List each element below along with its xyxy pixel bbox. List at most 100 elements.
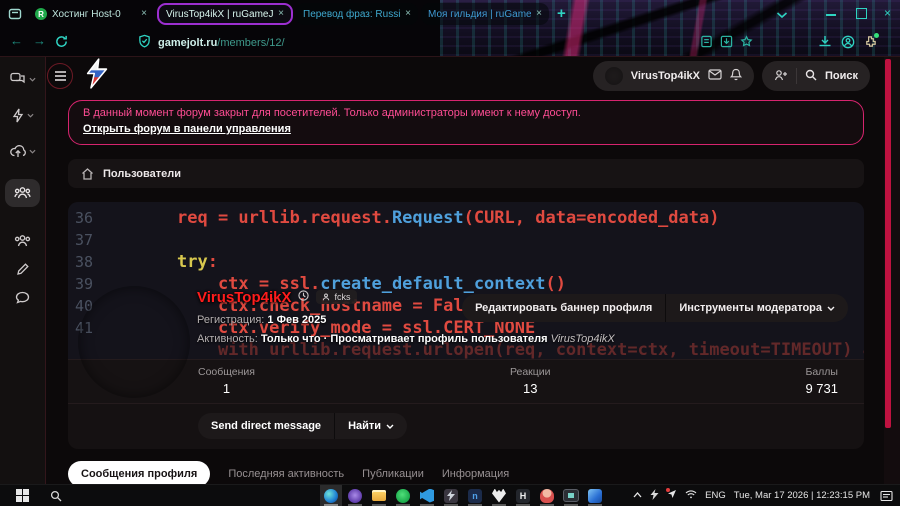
notification-center-icon[interactable] <box>880 489 893 506</box>
account-pill[interactable]: VirusTop4ikX <box>592 61 754 91</box>
tab-close-icon[interactable]: × <box>405 9 411 19</box>
tab-publications[interactable]: Публикации <box>362 468 424 480</box>
taskbar-app-red[interactable] <box>536 485 558 506</box>
search-label: Поиск <box>824 70 858 82</box>
address-bar: ← → gamejolt.ru/members/12/ <box>0 28 900 78</box>
profile-username: VirusTop4ikX <box>197 288 292 306</box>
browser-chrome: R Хостинг Host-0 × VirusTop4ikX | ruGame… <box>0 0 900 78</box>
hamburger-menu-icon[interactable] <box>47 63 73 89</box>
extension-notification-dot <box>874 33 879 38</box>
taskbar-app-h[interactable]: H <box>512 485 534 506</box>
open-forum-link[interactable]: Открыть форум в панели управления <box>83 123 291 135</box>
avatar <box>605 67 623 85</box>
browser-tab-1[interactable]: R Хостинг Host-0 × <box>28 3 154 25</box>
user-title-badge: fcks <box>316 290 357 304</box>
taskbar-app-capture[interactable] <box>560 485 582 506</box>
forum-page: VirusTop4ikX Поиск В данный момент форум… <box>0 56 900 484</box>
breadcrumb[interactable]: Пользователи <box>68 159 864 188</box>
tab-close-icon[interactable]: × <box>278 9 284 19</box>
taskbar-search-icon[interactable] <box>50 489 62 506</box>
url-field[interactable]: gamejolt.ru/members/12/ <box>138 34 285 51</box>
send-dm-button[interactable]: Send direct message <box>198 413 334 439</box>
main-content: VirusTop4ikX Поиск В данный момент форум… <box>45 57 884 484</box>
chevron-down-icon <box>827 306 835 311</box>
profile-stats: Сообщения 1 Реакции 13 Баллы 9 731 <box>68 359 864 404</box>
taskbar-app-bolt[interactable] <box>440 485 462 506</box>
site-logo-bolt-icon[interactable] <box>83 58 110 94</box>
tab-close-icon[interactable]: × <box>141 9 147 19</box>
sidebar-upload-item[interactable] <box>0 137 45 165</box>
tray-language[interactable]: ENG <box>705 490 726 501</box>
stat-messages: Сообщения 1 <box>198 366 255 396</box>
site-security-shield-icon[interactable] <box>138 34 151 51</box>
browser-tab-4[interactable]: Моя гильдия | ruGameJolt - Фор × <box>421 3 549 25</box>
tab-profile-posts[interactable]: Сообщения профиля <box>68 461 211 484</box>
browser-tab-3[interactable]: Перевод фраз: Russian (RU) | ruGa × <box>296 3 418 25</box>
sidebar-activity-item[interactable] <box>0 101 45 129</box>
page-scrollbar[interactable] <box>884 57 900 484</box>
workspace-icon[interactable] <box>8 7 22 26</box>
sidebar-edit-item[interactable] <box>0 255 45 283</box>
add-user-icon[interactable] <box>774 69 788 84</box>
profile-admin-buttons: Редактировать баннер профиля Инструменты… <box>462 294 848 322</box>
start-button[interactable] <box>16 489 29 502</box>
page-header: VirusTop4ikX Поиск <box>45 57 884 95</box>
taskbar-app-vscode[interactable] <box>416 485 438 506</box>
alert-message: В данный момент форум закрыт для посетит… <box>83 107 581 119</box>
profile-avatar[interactable] <box>78 286 190 398</box>
system-tray: ENG Tue, Mar 17 2026 | 12:23:15 PM <box>633 485 870 506</box>
taskbar-app-browser[interactable] <box>320 485 342 506</box>
browser-tab-2-active[interactable]: VirusTop4ikX | ruGameJolt - Форум × <box>157 3 293 25</box>
sidebar-members-item-active[interactable] <box>5 179 40 207</box>
scrollbar-thumb[interactable] <box>885 59 891 428</box>
tray-location-icon[interactable] <box>666 488 677 502</box>
profile-card: 36 req = urllib.request.Request(CURL, dat… <box>68 202 864 449</box>
search-pill[interactable]: Поиск <box>761 61 870 91</box>
translate-page-icon[interactable] <box>700 35 713 53</box>
sidebar-messages-item[interactable] <box>0 283 45 311</box>
new-tab-button[interactable]: + <box>557 5 566 22</box>
page-sidebar <box>0 57 46 484</box>
edit-banner-button[interactable]: Редактировать баннер профиля <box>462 294 665 322</box>
taskbar-app-blue-n[interactable]: n <box>464 485 486 506</box>
profile-actions: Send direct message Найти <box>68 404 864 449</box>
extensions-puzzle-icon[interactable] <box>864 33 879 53</box>
tab-close-icon[interactable]: × <box>536 9 542 19</box>
windows-taskbar: n H ENG Tue, Mar 17 2026 | 12:23:15 PM <box>0 484 900 506</box>
tab-latest-activity[interactable]: Последняя активность <box>228 468 344 480</box>
stat-reactions: Реакции 13 <box>509 366 551 396</box>
forward-button[interactable]: → <box>33 33 46 48</box>
window-close-button[interactable]: × <box>884 6 891 20</box>
sidebar-forums-item[interactable] <box>0 65 45 93</box>
tray-wifi-icon[interactable] <box>685 489 697 502</box>
tab-search-chevron-icon[interactable] <box>776 6 788 24</box>
save-page-icon[interactable] <box>720 35 733 53</box>
tray-bolt-icon[interactable] <box>650 488 659 503</box>
activity-line: Активность: Только что · Просматривает п… <box>197 333 615 345</box>
sidebar-users-item[interactable] <box>0 227 45 255</box>
bookmark-star-icon[interactable] <box>740 35 753 53</box>
tab-favicon: R <box>35 8 47 20</box>
find-button[interactable]: Найти <box>334 413 407 439</box>
refresh-button[interactable] <box>55 35 68 51</box>
forum-closed-alert: В данный момент форум закрыт для посетит… <box>68 100 864 145</box>
taskbar-app-green[interactable] <box>392 485 414 506</box>
moderator-tools-button[interactable]: Инструменты модератора <box>665 294 848 322</box>
window-maximize-button[interactable] <box>856 6 867 24</box>
inbox-envelope-icon[interactable] <box>708 69 722 83</box>
back-button[interactable]: ← <box>10 33 23 48</box>
taskbar-app-file-explorer[interactable] <box>368 485 390 506</box>
search-icon[interactable] <box>805 69 817 84</box>
taskbar-app-cube[interactable] <box>584 485 606 506</box>
alerts-bell-icon[interactable] <box>729 68 743 84</box>
tray-clock[interactable]: Tue, Mar 17 2026 | 12:23:15 PM <box>734 490 870 501</box>
tray-expand-chevron-icon[interactable] <box>633 490 642 501</box>
taskbar-app-purple[interactable] <box>344 485 366 506</box>
screen: R Хостинг Host-0 × VirusTop4ikX | ruGame… <box>0 0 900 506</box>
tab-strip: R Хостинг Host-0 × VirusTop4ikX | ruGame… <box>0 0 900 28</box>
tab-information[interactable]: Информация <box>442 468 509 480</box>
taskbar-app-bat[interactable] <box>488 485 510 506</box>
window-minimize-button[interactable] <box>826 6 836 24</box>
browser-profile-icon[interactable] <box>841 35 855 54</box>
downloads-icon[interactable] <box>818 35 832 53</box>
